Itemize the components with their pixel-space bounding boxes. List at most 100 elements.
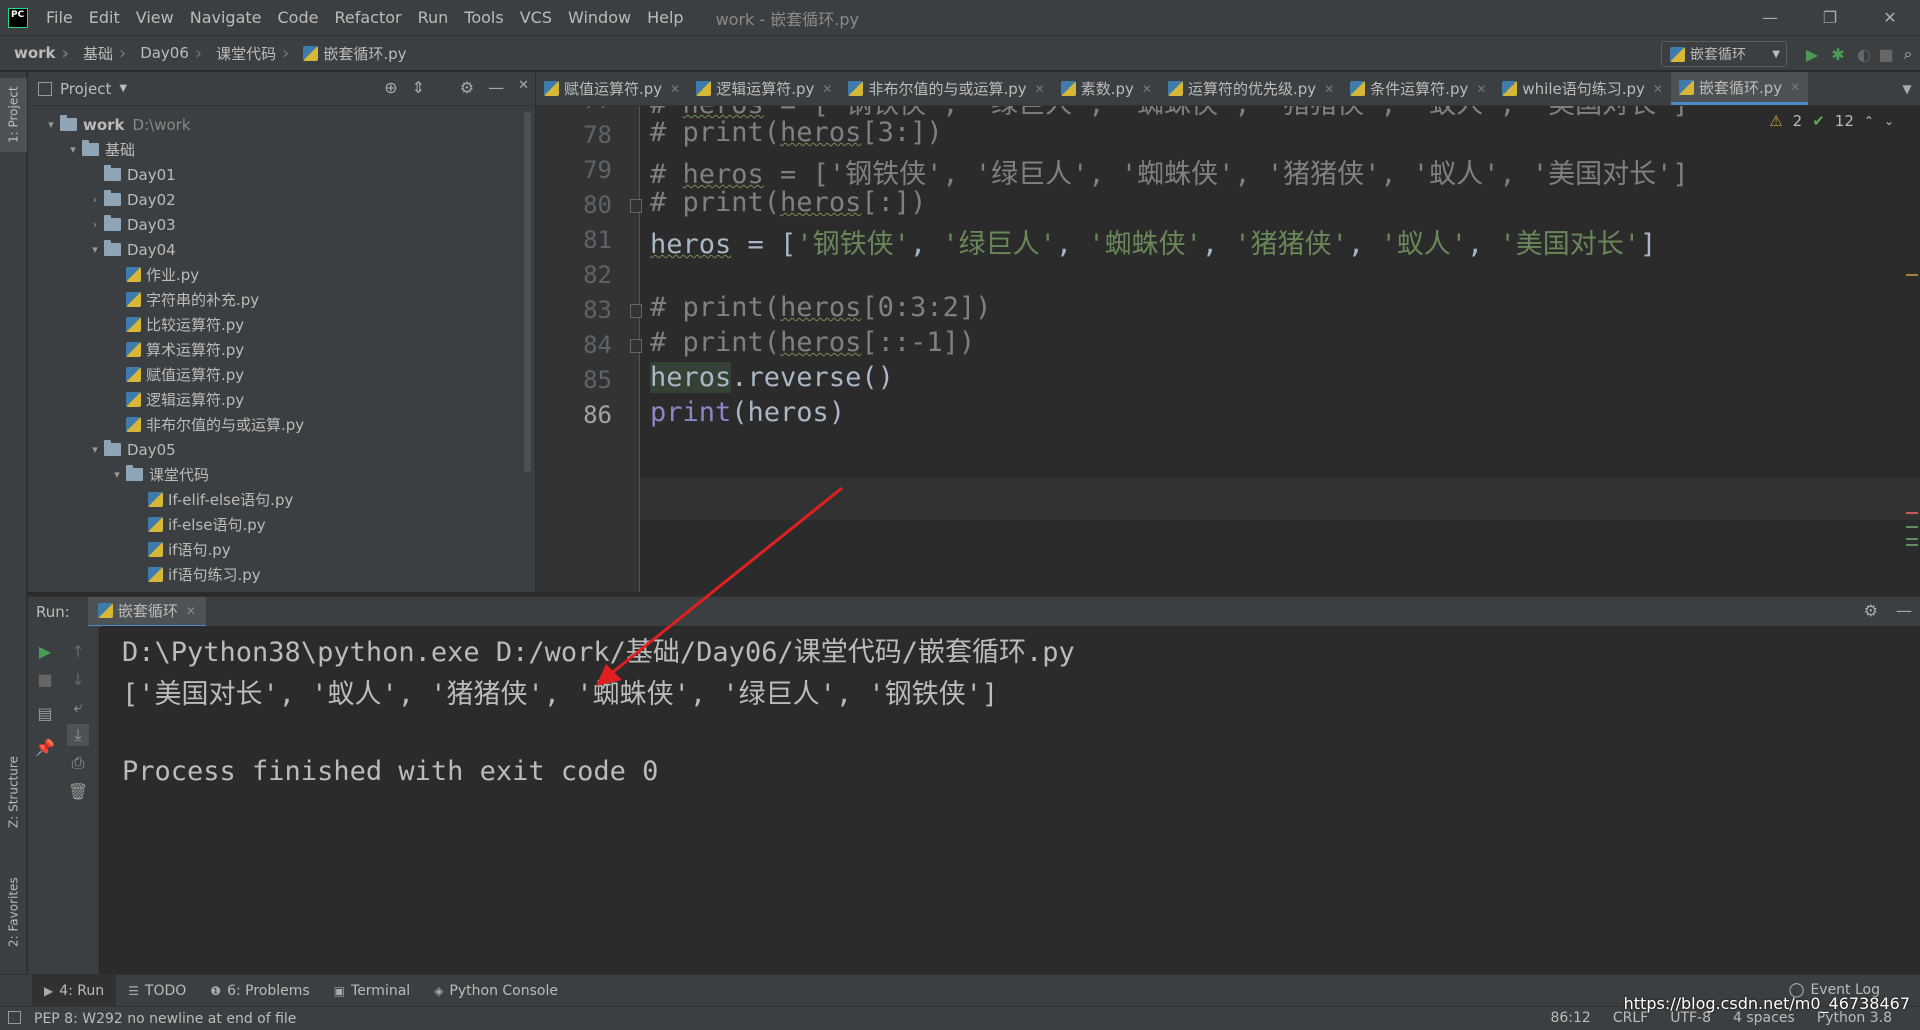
chevron-down-icon[interactable]: ▼ [1894,72,1920,105]
bottom-tab[interactable]: ▶ 4: Run [32,974,117,1007]
run-configuration-select[interactable]: 嵌套循环 ▼ [1661,41,1787,67]
locate-file-icon[interactable]: ⊕ [384,78,397,97]
tree-file[interactable]: If-elif-else语句.py [28,487,535,512]
menu-view[interactable]: View [128,0,182,35]
close-tab-icon[interactable]: ✕ [1324,82,1334,96]
scroll-to-end-icon[interactable]: ⤓ [67,724,89,746]
project-scrollbar[interactable] [524,112,531,472]
print-icon[interactable]: ⎙ [67,752,89,774]
chevron-down-icon[interactable]: ▾ [86,243,104,256]
chevron-right-icon[interactable]: › [86,218,104,231]
bottom-tab[interactable]: ▣ Terminal [322,975,423,1007]
pin-icon[interactable]: 📌 [34,736,56,758]
scroll-marker[interactable] [1906,512,1918,514]
stop-icon[interactable]: ■ [1876,44,1896,64]
project-tool-tab[interactable]: 1: Project [0,78,27,152]
chevron-right-icon[interactable]: › [86,193,104,206]
hide-panel-icon[interactable]: — [1896,601,1912,620]
search-icon[interactable]: ⌕ [1898,44,1918,64]
close-window-button[interactable]: ✕ [1860,0,1920,35]
breadcrumb-item[interactable]: 基础 › [69,43,126,64]
chevron-down-icon[interactable]: ⌄ [1884,114,1894,128]
editor-tab[interactable]: 运算符的优先级.py ✕ [1160,72,1342,105]
tree-folder[interactable]: ▾ 基础 [28,137,535,162]
menu-navigate[interactable]: Navigate [182,0,270,35]
editor-tab[interactable]: 嵌套循环.py ✕ [1670,72,1809,105]
breadcrumb-item[interactable]: work › [0,43,69,64]
tree-file[interactable]: 非布尔值的与或运算.py [28,412,535,437]
run-tab[interactable]: 嵌套循环 ✕ [87,596,206,627]
tree-folder[interactable]: ▾ 课堂代码 [28,462,535,487]
caret-down-icon[interactable]: ▼ [119,83,127,94]
editor-tab[interactable]: while语句练习.py ✕ [1494,72,1671,105]
editor-tab[interactable]: 素数.py ✕ [1053,72,1160,105]
tree-file[interactable]: 作业.py [28,262,535,287]
coverage-icon[interactable]: ◐ [1854,44,1874,64]
restore-button[interactable]: ❐ [1800,0,1860,35]
close-icon[interactable]: ✕ [518,78,529,97]
code-editor[interactable]: 77 78 79 80 81 82 83 84 85 86 # heros = ['钢铁侠', '… [536,106,1920,592]
breadcrumb-item[interactable]: 课堂代码 › [202,43,289,64]
close-tab-icon[interactable]: ✕ [1142,82,1152,96]
breadcrumb-item[interactable]: 嵌套循环.py [289,43,407,64]
breadcrumb-item[interactable]: Day06 › [126,43,202,64]
status-message[interactable]: PEP 8: W292 no newline at end of file [34,1011,296,1027]
hide-panel-icon[interactable]: — [488,78,504,97]
up-arrow-icon[interactable]: ↑ [67,640,89,662]
close-tab-icon[interactable]: ✕ [1035,82,1045,96]
tree-folder[interactable]: ▾ Day04 [28,237,535,262]
menu-code[interactable]: Code [270,0,327,35]
tool-window-toggle-icon[interactable] [8,1011,21,1024]
down-arrow-icon[interactable]: ↓ [67,668,89,690]
project-view-select[interactable]: Project [60,80,111,98]
tree-file[interactable]: 算术运算符.py [28,337,535,362]
structure-tool-tab[interactable]: Z: Structure [0,742,27,842]
run-icon[interactable]: ▶ [1802,44,1822,64]
editor-tab[interactable]: 赋值运算符.py ✕ [536,72,688,105]
fold-marker-icon[interactable] [630,339,642,353]
scroll-marker[interactable] [1906,274,1918,276]
tree-folder[interactable]: › Day03 [28,212,535,237]
chevron-up-icon[interactable]: ⌃ [1864,114,1874,128]
editor-tab[interactable]: 条件运算符.py ✕ [1342,72,1494,105]
menu-window[interactable]: Window [560,0,639,35]
editor-tab[interactable]: 非布尔值的与或运算.py ✕ [840,72,1052,105]
caret-position[interactable]: 86:12 [1550,1010,1590,1026]
collapse-all-icon[interactable]: ⇕ [412,78,425,97]
gear-icon[interactable]: ⚙ [460,78,474,97]
gear-icon[interactable]: ⚙ [1864,601,1878,620]
inspection-widget[interactable]: ⚠ 2 ✔ 12 ⌃ ⌄ [1769,112,1894,130]
tree-file[interactable]: 比较运算符.py [28,312,535,337]
debug-icon[interactable]: ✱ [1828,44,1848,64]
close-tab-icon[interactable]: ✕ [1653,82,1663,96]
chevron-down-icon[interactable]: ▾ [64,143,82,156]
fold-marker-icon[interactable] [630,304,642,318]
tree-file[interactable]: if语句.py [28,537,535,562]
scroll-marker[interactable] [1906,538,1918,540]
menu-vcs[interactable]: VCS [512,0,560,35]
close-tab-icon[interactable]: ✕ [1476,82,1486,96]
run-console[interactable]: D:\Python38\python.exe D:/work/基础/Day06/… [100,626,1920,974]
soft-wrap-icon[interactable]: ⤶ [67,696,89,718]
menu-refactor[interactable]: Refactor [326,0,409,35]
chevron-down-icon[interactable]: ▾ [86,443,104,456]
bottom-tab[interactable]: ❶ 6: Problems [198,975,321,1007]
tree-folder[interactable]: Day01 [28,162,535,187]
menu-edit[interactable]: Edit [81,0,128,35]
close-icon[interactable]: ✕ [186,604,196,618]
tree-folder[interactable]: ▾ Day05 [28,437,535,462]
favorites-tool-tab[interactable]: 2: Favorites [0,862,27,962]
trash-icon[interactable]: 🗑 [67,780,89,802]
tree-folder[interactable]: ▾ work D:\work [28,112,535,137]
close-tab-icon[interactable]: ✕ [822,82,832,96]
bottom-tab[interactable]: ☰ TODO [116,975,198,1007]
menu-tools[interactable]: Tools [456,0,511,35]
rerun-icon[interactable]: ▶ [34,640,56,662]
tree-file[interactable]: if-else语句.py [28,512,535,537]
menu-file[interactable]: File [38,0,81,35]
fold-marker-icon[interactable] [630,199,642,213]
tree-file[interactable]: if语句练习.py [28,562,535,587]
chevron-down-icon[interactable]: ▾ [42,118,60,131]
close-tab-icon[interactable]: ✕ [670,82,680,96]
bottom-tab[interactable]: ◈ Python Console [422,975,570,1007]
